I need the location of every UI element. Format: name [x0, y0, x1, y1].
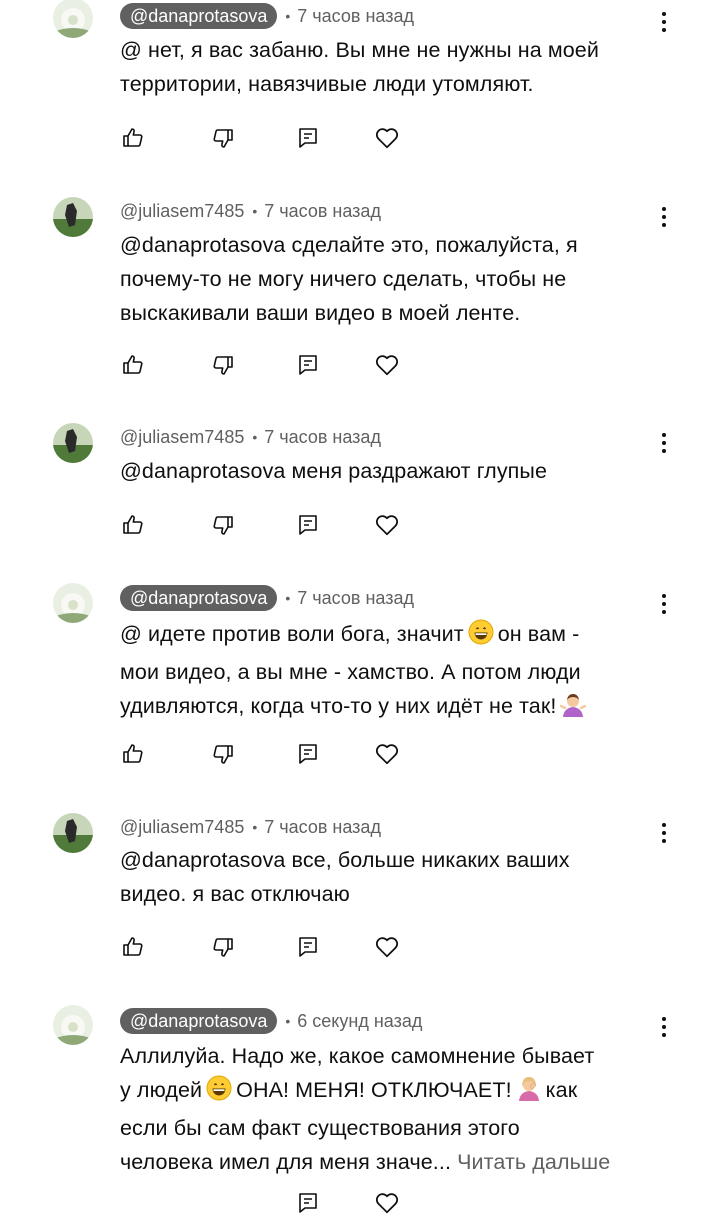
comment-time: 7 часов назад: [297, 5, 414, 26]
avatar[interactable]: [53, 813, 93, 853]
more-vertical-icon[interactable]: [652, 1012, 676, 1042]
comment-header: @danaprotasova • 6 секунд назад: [120, 1008, 422, 1034]
comment-time: 7 часов назад: [297, 587, 414, 608]
person-facepalming-emoji: [516, 1075, 542, 1111]
comment-text: @danaprotasova сделайте это, пожалуйста,…: [120, 233, 578, 325]
reply-icon[interactable]: [293, 510, 323, 540]
grinning-face-emoji: [468, 619, 494, 655]
comment-text: @ идете против воли бога, значит он вам -…: [120, 617, 680, 727]
heart-icon[interactable]: [372, 1188, 402, 1218]
comment-text: @danaprotasova все, больше никаких ваших…: [120, 848, 570, 906]
separator: •: [285, 8, 291, 24]
reply-icon[interactable]: [293, 739, 323, 769]
separator: •: [285, 1013, 291, 1029]
comment-time: 7 часов назад: [264, 200, 381, 221]
avatar[interactable]: [53, 0, 93, 38]
read-more-link[interactable]: Читать дальше: [457, 1150, 610, 1174]
thumbs-up-icon[interactable]: [118, 123, 148, 153]
thumbs-up-icon[interactable]: [118, 350, 148, 380]
grinning-face-emoji: [206, 1075, 232, 1111]
avatar[interactable]: [53, 423, 93, 463]
thumbs-up-icon[interactable]: [118, 739, 148, 769]
comment-header: @juliasem7485 • 7 часов назад: [120, 424, 381, 450]
author-badge[interactable]: @danaprotasova: [120, 3, 278, 29]
avatar[interactable]: [53, 1005, 93, 1045]
person-shrugging-emoji: [560, 691, 587, 727]
more-vertical-icon[interactable]: [652, 589, 676, 619]
comment-time: 7 часов назад: [264, 426, 381, 447]
heart-icon[interactable]: [372, 510, 402, 540]
heart-icon[interactable]: [372, 123, 402, 153]
comment-text: Аллилуйа. Надо же, какое самомнение быва…: [120, 1044, 611, 1174]
comment-header: @juliasem7485 • 7 часов назад: [120, 198, 381, 224]
separator: •: [252, 429, 258, 445]
thumbs-down-icon[interactable]: [208, 350, 238, 380]
author-badge[interactable]: @danaprotasova: [120, 585, 278, 611]
reply-icon[interactable]: [293, 932, 323, 962]
reply-icon[interactable]: [293, 350, 323, 380]
separator: •: [252, 819, 258, 835]
separator: •: [285, 590, 291, 606]
thumbs-down-icon[interactable]: [208, 123, 238, 153]
reply-icon[interactable]: [293, 123, 323, 153]
comment-header: @danaprotasova • 7 часов назад: [120, 585, 414, 611]
heart-icon[interactable]: [372, 739, 402, 769]
separator: •: [252, 203, 258, 219]
author-name[interactable]: @juliasem7485: [120, 427, 244, 448]
author-name[interactable]: @juliasem7485: [120, 817, 244, 838]
heart-icon[interactable]: [372, 932, 402, 962]
thumbs-down-icon[interactable]: [208, 932, 238, 962]
comment-header: @danaprotasova • 7 часов назад: [120, 3, 414, 29]
heart-icon[interactable]: [372, 350, 402, 380]
comment-header: @juliasem7485 • 7 часов назад: [120, 814, 381, 840]
reply-icon[interactable]: [293, 1188, 323, 1218]
thumbs-down-icon[interactable]: [208, 510, 238, 540]
author-name[interactable]: @juliasem7485: [120, 201, 244, 222]
comment-time: 6 секунд назад: [297, 1010, 423, 1031]
comment-text: @ нет, я вас забаню. Вы мне не нужны на …: [120, 38, 599, 96]
comment-time: 7 часов назад: [264, 816, 381, 837]
avatar[interactable]: [53, 197, 93, 237]
thumbs-up-icon[interactable]: [118, 932, 148, 962]
thumbs-down-icon[interactable]: [208, 739, 238, 769]
avatar[interactable]: [53, 583, 93, 623]
thumbs-up-icon[interactable]: [118, 510, 148, 540]
author-badge[interactable]: @danaprotasova: [120, 1008, 278, 1034]
comment-text: @danaprotasova меня раздражают глупые: [120, 459, 548, 483]
